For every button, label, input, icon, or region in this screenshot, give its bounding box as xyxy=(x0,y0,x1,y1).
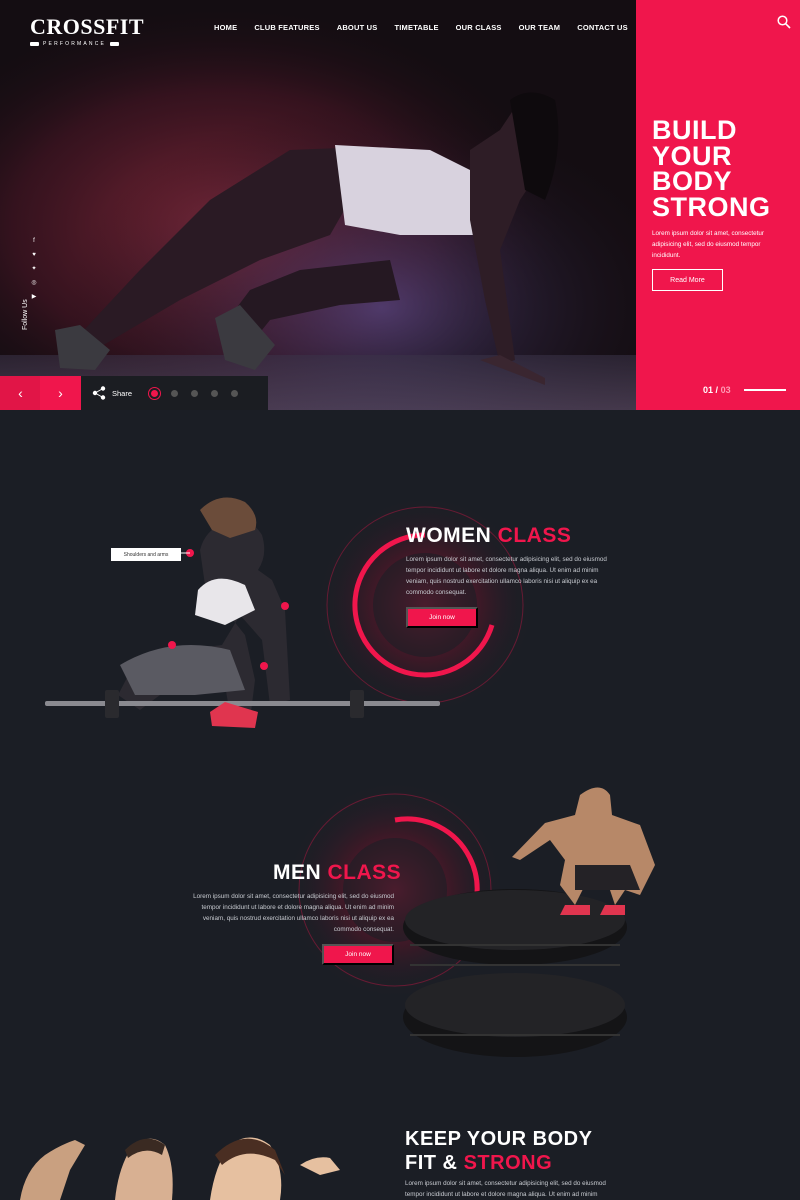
share-label[interactable]: Share xyxy=(112,389,132,398)
keepfit-title-white: FIT & xyxy=(405,1152,458,1174)
nav-contact-us[interactable]: CONTACT US xyxy=(577,23,628,32)
women-class-description: Lorem ipsum dolor sit amet, consectetur … xyxy=(406,556,607,596)
muscle-tooltip: Shoulders and arms xyxy=(111,548,181,561)
women-class-title-accent: CLASS xyxy=(497,524,572,547)
search-icon[interactable] xyxy=(777,15,791,29)
keepfit-title-line2: FIT & STRONG xyxy=(405,1151,592,1175)
men-class-description: Lorem ipsum dolor sit amet, consectetur … xyxy=(193,893,394,933)
twitter-icon[interactable]: ✦ xyxy=(31,265,36,273)
hero-description: Lorem ipsum dolor sit amet, consectetur … xyxy=(652,230,764,259)
women-class-title: WOMEN CLASS xyxy=(406,524,571,548)
slide-dot[interactable] xyxy=(231,390,238,397)
keepfit-title: KEEP YOUR BODY FIT & STRONG xyxy=(405,1127,592,1175)
women-class-artwork xyxy=(45,495,535,728)
men-class-title-white: MEN xyxy=(273,861,322,884)
slide-dot[interactable] xyxy=(211,390,218,397)
youtube-icon[interactable]: ▶ xyxy=(32,293,37,301)
hero-headline-line: BUILD xyxy=(652,115,737,145)
slide-dot[interactable] xyxy=(191,390,198,397)
men-class-title: MEN CLASS xyxy=(273,861,401,885)
slide-total: 03 xyxy=(720,385,731,395)
slide-counter: 01 / 03 xyxy=(703,385,731,395)
men-class-artwork xyxy=(285,780,655,1057)
share-icon[interactable] xyxy=(92,386,106,400)
page: CROSSFIT PERFORMANCE HOME CLUB FEATURES … xyxy=(0,0,800,1200)
hero-section: CROSSFIT PERFORMANCE HOME CLUB FEATURES … xyxy=(0,0,800,410)
women-class-title-white: WOMEN xyxy=(406,524,492,547)
hero-headline: BUILD YOUR BODY STRONG xyxy=(652,115,771,222)
facebook-icon[interactable]: f xyxy=(33,237,35,245)
keepfit-title-line1: KEEP YOUR BODY xyxy=(405,1128,593,1150)
instagram-icon[interactable]: ◎ xyxy=(31,279,36,287)
brand-name: CROSSFIT xyxy=(30,14,145,39)
nav-timetable[interactable]: TIMETABLE xyxy=(394,23,438,32)
slide-dot[interactable] xyxy=(151,390,158,397)
nav-home[interactable]: HOME xyxy=(214,23,237,32)
men-class-title-accent: CLASS xyxy=(327,861,402,884)
brand-tagline: PERFORMANCE xyxy=(43,41,107,47)
women-join-button[interactable]: Join now xyxy=(406,607,478,628)
hero-headline-line: BODY xyxy=(652,166,733,196)
social-links: f ♥ ✦ ◎ ▶ xyxy=(29,237,39,301)
prev-slide-button[interactable]: ‹ xyxy=(0,376,41,410)
slide-current: 01 xyxy=(703,385,714,395)
nav-our-class[interactable]: OUR CLASS xyxy=(456,23,502,32)
brand-logo[interactable]: CROSSFIT PERFORMANCE xyxy=(30,14,144,47)
keepfit-title-accent: STRONG xyxy=(463,1152,553,1174)
nav-our-team[interactable]: OUR TEAM xyxy=(519,23,561,32)
slide-progress-line xyxy=(744,389,786,391)
read-more-button[interactable]: Read More xyxy=(652,269,723,291)
hero-headline-line: STRONG xyxy=(652,191,771,222)
dumbbell-left-icon xyxy=(30,42,39,46)
follow-us-label: Follow Us xyxy=(22,299,29,330)
dumbbell-right-icon xyxy=(110,42,120,46)
brand-tagline-row: PERFORMANCE xyxy=(30,41,144,47)
main-nav: HOME CLUB FEATURES ABOUT US TIMETABLE OU… xyxy=(214,23,645,32)
men-join-button[interactable]: Join now xyxy=(322,944,394,965)
share-bar: Share xyxy=(81,376,268,410)
heart-icon[interactable]: ♥ xyxy=(32,251,36,259)
next-slide-button[interactable]: › xyxy=(40,376,81,410)
keepfit-description: Lorem ipsum dolor sit amet, consectetur … xyxy=(405,1180,606,1198)
nav-about-us[interactable]: ABOUT US xyxy=(337,23,378,32)
keepfit-people-photo xyxy=(20,1137,340,1200)
slide-dot[interactable] xyxy=(171,390,178,397)
nav-club-features[interactable]: CLUB FEATURES xyxy=(254,23,319,32)
hero-photo-athlete xyxy=(0,0,636,410)
slide-separator: / xyxy=(715,385,719,395)
